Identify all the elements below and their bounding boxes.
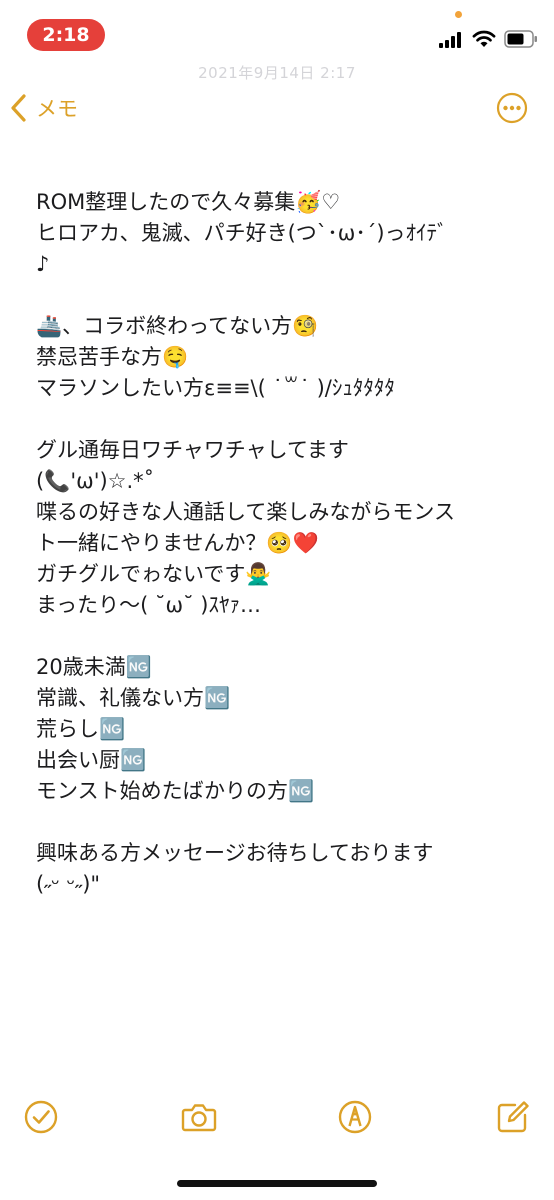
home-indicator[interactable]	[177, 1180, 377, 1187]
cellular-signal-icon	[439, 32, 461, 48]
note-line: ROM整理したので久々募集🥳♡	[36, 190, 341, 214]
markup-pen-icon[interactable]	[336, 1098, 374, 1136]
note-line: 出会い厨🆖	[36, 748, 147, 772]
status-bar: 2:18 2021年9月14日 2:17	[0, 0, 554, 82]
more-options-icon[interactable]	[496, 92, 528, 124]
privacy-indicator-dot	[455, 11, 462, 18]
note-line: モンスト始めたばかりの方🆖	[36, 779, 315, 803]
note-line-blank	[36, 807, 536, 838]
note-line: マラソンしたい方ε≡≡\( ˙꒳˙ )/ｼｭﾀﾀﾀﾀ	[36, 376, 395, 400]
note-line-blank	[36, 404, 536, 435]
note-date-faint: 2021年9月14日 2:17	[198, 64, 356, 82]
battery-icon	[504, 30, 537, 48]
note-line: グル通毎日ワチャワチャしてます	[36, 438, 349, 462]
note-line: ガチグルでゎないです🙅‍♂️	[36, 562, 272, 586]
note-line: (📞'ω')☆.*˚	[36, 469, 155, 493]
note-line: 🚢、コラボ終わってない方🧐	[36, 314, 319, 338]
status-time[interactable]: 2:18	[27, 19, 105, 51]
camera-icon[interactable]	[180, 1098, 218, 1136]
note-line: 喋るの好きな人通話して楽しみながらモンス	[36, 500, 455, 524]
compose-icon[interactable]	[494, 1098, 532, 1136]
note-body[interactable]: ROM整理したので久々募集🥳♡ ヒロアカ、鬼滅、パチ好き(つ`･ω･´)っｵｲﾃ…	[36, 187, 536, 900]
chevron-left-icon	[11, 94, 26, 122]
wifi-icon	[472, 30, 496, 47]
note-line: 荒らし🆖	[36, 717, 126, 741]
back-to-notes-button[interactable]: メモ	[8, 88, 78, 128]
note-line: 20歳未満🆖	[36, 655, 152, 679]
note-line-blank	[36, 621, 536, 652]
checklist-icon[interactable]	[22, 1098, 60, 1136]
note-line: まったり〜( ˘ω˘ )ｽﾔｧ…	[36, 593, 261, 617]
note-line: ♪	[36, 252, 50, 276]
note-line: 常識、礼儀ない方🆖	[36, 686, 231, 710]
back-label: メモ	[36, 97, 78, 121]
note-line: ヒロアカ、鬼滅、パチ好き(つ`･ω･´)っｵｲﾃﾞ	[36, 221, 448, 245]
note-line: (˶ᵕ ᵕ˶)"	[36, 872, 101, 896]
note-line: ト一緒にやりませんか？🥺❤️	[36, 531, 319, 555]
note-line: 禁忌苦手な方🤤	[36, 345, 189, 369]
note-line: 興味ある方メッセージお待ちしております	[36, 841, 434, 865]
note-line-blank	[36, 280, 536, 311]
